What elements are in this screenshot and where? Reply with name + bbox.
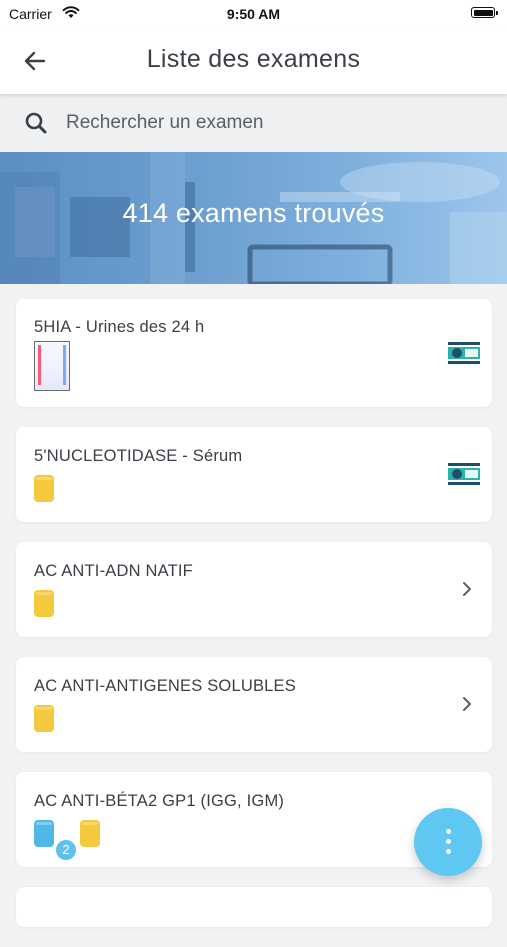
yellow-tube-icon — [34, 475, 54, 502]
document-icon[interactable] — [448, 340, 480, 366]
tube-list: 2 — [34, 820, 100, 862]
urine-container-icon — [34, 341, 70, 391]
search-bar — [0, 94, 507, 152]
tube-list — [34, 475, 54, 502]
exam-card[interactable] — [16, 887, 492, 927]
chevron-right-icon[interactable] — [460, 579, 474, 599]
tube-group: 2 — [34, 820, 78, 862]
exam-card[interactable]: AC ANTI-ANTIGENES SOLUBLES — [16, 657, 492, 752]
exam-title: AC ANTI-ADN NATIF — [34, 562, 193, 580]
chevron-right-icon[interactable] — [460, 694, 474, 714]
blue-tube-icon — [34, 820, 54, 847]
status-time: 9:50 AM — [226, 6, 281, 22]
more-actions-button[interactable] — [414, 808, 482, 876]
yellow-tube-icon — [34, 590, 54, 617]
page-title: Liste des examens — [146, 45, 361, 73]
results-count: 414 examens trouvés — [122, 198, 385, 228]
yellow-tube-icon — [34, 705, 54, 732]
app-header: Liste des examens — [0, 28, 507, 94]
exam-title: 5HIA - Urines des 24 h — [34, 318, 205, 336]
search-icon — [25, 112, 47, 134]
yellow-tube-icon — [80, 820, 100, 847]
exam-title: 5'NUCLEOTIDASE - Sérum — [34, 447, 243, 465]
tube-list — [34, 341, 70, 391]
tube-count-badge: 2 — [54, 838, 78, 862]
search-input[interactable] — [66, 106, 466, 140]
results-banner: 414 examens trouvés — [0, 152, 507, 284]
tube-list — [34, 705, 54, 732]
more-vertical-icon — [446, 829, 451, 834]
status-bar: Carrier 9:50 AM — [0, 0, 507, 28]
exam-card[interactable]: 5'NUCLEOTIDASE - Sérum — [16, 427, 492, 522]
tube-list — [34, 590, 54, 617]
exam-title: AC ANTI-ANTIGENES SOLUBLES — [34, 677, 296, 695]
exam-title: AC ANTI-BÉTA2 GP1 (IGG, IGM) — [34, 792, 285, 810]
exam-card[interactable]: AC ANTI-ADN NATIF — [16, 542, 492, 637]
exam-card[interactable]: 5HIA - Urines des 24 h — [16, 299, 492, 407]
battery-icon — [471, 7, 498, 18]
document-icon[interactable] — [448, 461, 480, 487]
